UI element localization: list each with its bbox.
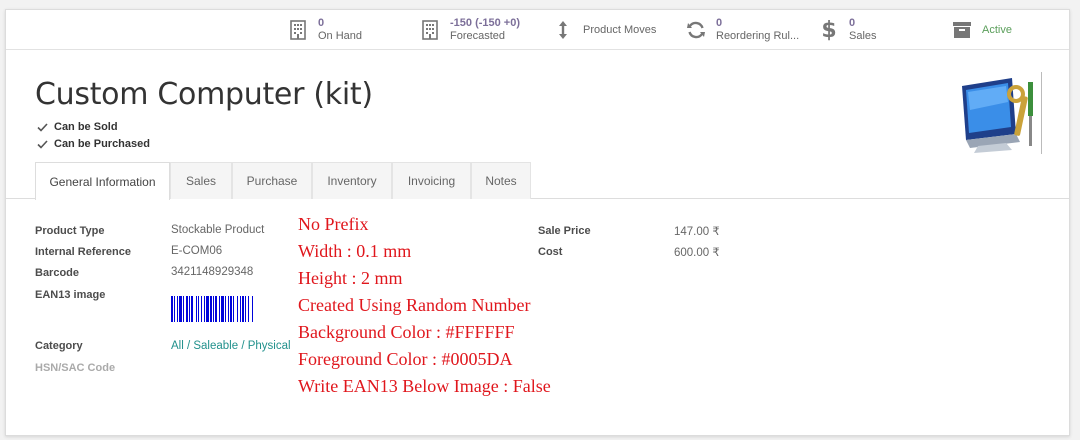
on-hand-button[interactable]: 0 On Hand xyxy=(286,10,362,50)
barcode-bar xyxy=(174,296,175,322)
ean13-barcode-image xyxy=(171,296,253,322)
can-be-purchased-checkbox[interactable]: Can be Purchased xyxy=(36,138,150,150)
sale-price-value[interactable]: 147.00 ₹ xyxy=(674,224,720,238)
barcode-value[interactable]: 3421148929348 xyxy=(171,266,253,278)
tab-general-information[interactable]: General Information xyxy=(35,162,170,200)
annotation-random: Created Using Random Number xyxy=(298,295,531,315)
tab-notes[interactable]: Notes xyxy=(471,162,531,199)
barcode-bar xyxy=(252,296,253,322)
category-link[interactable]: All / Saleable / Physical xyxy=(171,340,291,352)
tab-inventory[interactable]: Inventory xyxy=(312,162,392,199)
barcode-bar xyxy=(210,296,212,322)
reordering-label: Reordering Rul... xyxy=(716,30,800,42)
barcode-bar xyxy=(248,296,249,322)
ean13-image-label: EAN13 image xyxy=(35,289,106,301)
barcode-bar xyxy=(186,296,188,322)
forecasted-value: -150 (-150 +0) xyxy=(450,17,521,29)
refresh-icon xyxy=(684,18,708,42)
barcode-bar xyxy=(179,296,182,322)
reordering-value: 0 xyxy=(716,17,723,29)
tab-purchase[interactable]: Purchase xyxy=(232,162,312,199)
sale-price-label: Sale Price xyxy=(538,225,591,237)
hsn-sac-code-label: HSN/SAC Code xyxy=(35,362,116,374)
form-sheet: 0 On Hand -150 (-150 +0) Forecasted Prod… xyxy=(5,9,1070,436)
dollar-icon: $ xyxy=(821,17,837,43)
category-label: Category xyxy=(35,340,83,352)
reordering-rules-button[interactable]: 0 Reordering Rul... xyxy=(684,10,799,50)
annotation-width: Width : 0.1 mm xyxy=(298,241,412,261)
barcode-bar xyxy=(189,296,190,322)
barcode-bar xyxy=(198,296,199,322)
on-hand-label: On Hand xyxy=(318,30,363,42)
barcode-bar xyxy=(171,296,173,322)
active-label: Active xyxy=(982,24,1012,36)
barcode-label: Barcode xyxy=(35,267,80,279)
barcode-bar xyxy=(230,296,232,322)
building-icon xyxy=(418,18,442,42)
active-toggle-button[interactable]: Active xyxy=(950,10,1012,50)
internal-reference-label: Internal Reference xyxy=(35,246,131,258)
barcode-bar xyxy=(233,296,234,322)
sales-label: Sales xyxy=(849,30,877,42)
computer-tools-icon xyxy=(962,78,1033,153)
barcode-bar xyxy=(206,296,209,322)
checkmark-icon xyxy=(36,138,48,150)
archive-icon xyxy=(950,18,974,42)
product-image[interactable] xyxy=(956,72,1042,154)
barcode-bar xyxy=(177,296,178,322)
on-hand-value: 0 xyxy=(318,17,325,29)
annotation-background: Background Color : #FFFFFF xyxy=(298,322,515,342)
barcode-bar xyxy=(240,296,241,322)
can-be-sold-label: Can be Sold xyxy=(54,121,118,133)
can-be-purchased-label: Can be Purchased xyxy=(54,138,150,150)
annotation-prefix: No Prefix xyxy=(298,214,369,234)
barcode-bar xyxy=(225,296,226,322)
annotation-foreground: Foreground Color : #0005DA xyxy=(298,349,513,369)
annotation-height: Height : 2 mm xyxy=(298,268,403,288)
barcode-bar xyxy=(237,296,238,322)
barcode-bar xyxy=(242,296,244,322)
annotation-write-ean13: Write EAN13 Below Image : False xyxy=(298,376,551,396)
sales-value: 0 xyxy=(849,17,856,29)
cost-value[interactable]: 600.00 ₹ xyxy=(674,245,720,259)
tab-sales[interactable]: Sales xyxy=(170,162,232,199)
barcode-bar xyxy=(191,296,193,322)
smart-button-bar: 0 On Hand -150 (-150 +0) Forecasted Prod… xyxy=(6,10,1069,50)
checkmark-icon xyxy=(36,121,48,133)
tab-invoicing[interactable]: Invoicing xyxy=(392,162,471,199)
forecasted-label: Forecasted xyxy=(450,30,506,42)
barcode-bar xyxy=(221,296,224,322)
cost-label: Cost xyxy=(538,246,563,258)
barcode-bar xyxy=(245,296,246,322)
building-icon xyxy=(286,18,310,42)
barcode-bar xyxy=(183,296,184,322)
product-type-label: Product Type xyxy=(35,225,105,237)
barcode-bar xyxy=(196,296,197,322)
internal-reference-value[interactable]: E-COM06 xyxy=(171,245,222,257)
can-be-sold-checkbox[interactable]: Can be Sold xyxy=(36,121,118,133)
product-type-value[interactable]: Stockable Product xyxy=(171,224,264,236)
barcode-bar xyxy=(201,296,202,322)
product-name[interactable]: Custom Computer (kit) xyxy=(35,77,373,112)
barcode-bar xyxy=(215,296,217,322)
product-moves-label: Product Moves xyxy=(583,24,657,36)
barcode-bar xyxy=(213,296,214,322)
barcode-bar xyxy=(219,296,220,322)
forecasted-button[interactable]: -150 (-150 +0) Forecasted xyxy=(418,10,520,50)
product-moves-button[interactable]: Product Moves xyxy=(551,10,656,50)
sales-button[interactable]: $ 0 Sales xyxy=(817,10,877,50)
notebook-tabs: General Information Sales Purchase Inven… xyxy=(6,162,1069,200)
barcode-bar xyxy=(204,296,205,322)
up-down-arrows-icon xyxy=(551,18,575,42)
barcode-bar xyxy=(228,296,229,322)
